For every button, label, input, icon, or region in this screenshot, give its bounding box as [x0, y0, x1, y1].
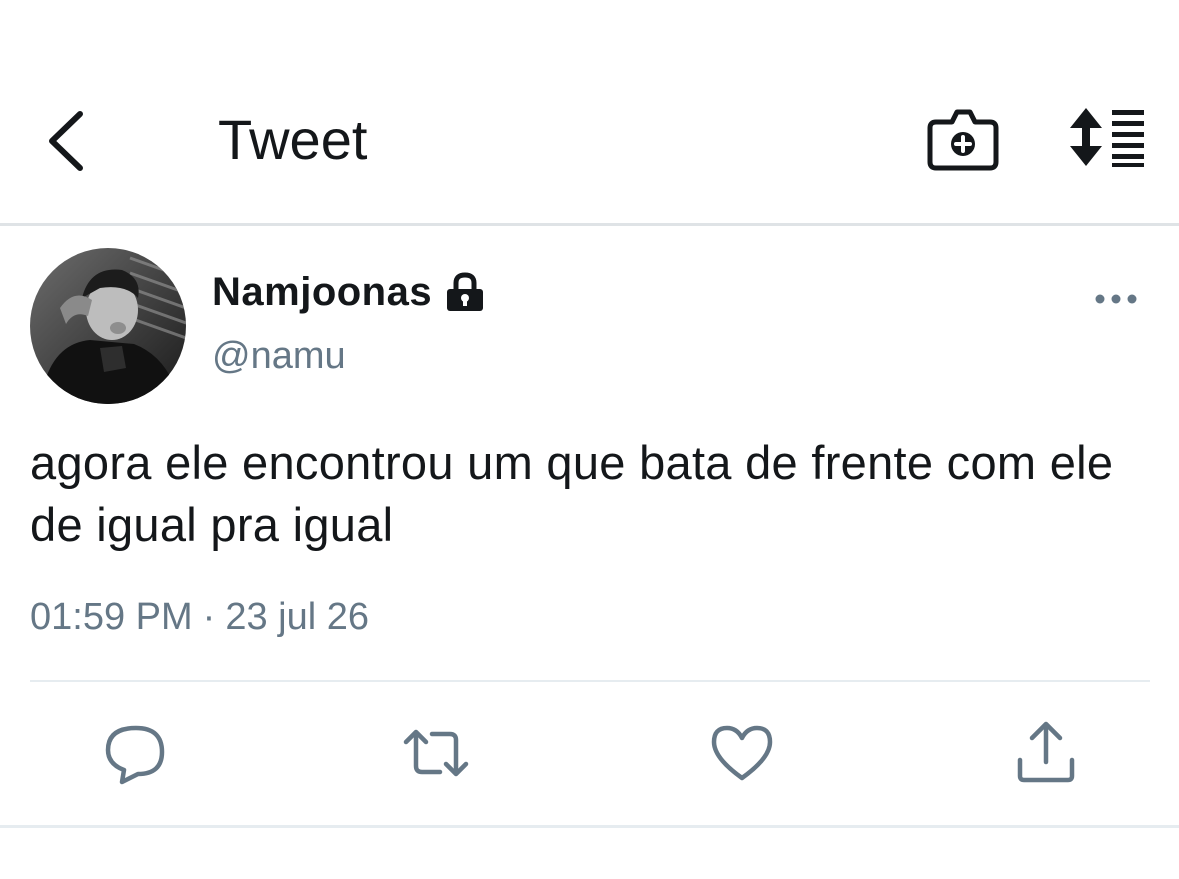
retweet-button[interactable]: [402, 720, 470, 786]
reply-icon: [105, 725, 165, 785]
more-horizontal-icon: [1095, 294, 1137, 304]
user-handle[interactable]: @namu: [212, 335, 346, 378]
timestamp-separator: ·: [202, 596, 216, 638]
camera-plus-icon: [927, 109, 999, 171]
lock-icon: [444, 272, 486, 312]
like-button[interactable]: [708, 720, 776, 786]
avatar-photo: [30, 248, 186, 404]
actions-divider: [30, 680, 1150, 682]
sort-list-icon: [1070, 108, 1144, 167]
display-name[interactable]: Namjoonas: [212, 270, 432, 315]
header-divider: [0, 223, 1179, 226]
tweet-timestamp: 01:59 PM · 23 jul 26: [30, 596, 369, 639]
tweet-date: 23 jul 26: [225, 596, 369, 638]
bottom-divider: [0, 825, 1179, 828]
author-name-row: Namjoonas: [212, 266, 486, 318]
page-title: Tweet: [218, 108, 368, 171]
more-options-button[interactable]: [1092, 284, 1140, 314]
avatar[interactable]: [30, 248, 186, 404]
sort-button[interactable]: [1066, 106, 1148, 168]
share-button[interactable]: [1012, 720, 1080, 786]
tweet-time: 01:59 PM: [30, 596, 193, 638]
retweet-icon: [403, 729, 469, 777]
heart-icon: [711, 725, 773, 781]
tweet-text: agora ele encontrou um que bata de frent…: [30, 436, 1114, 551]
share-icon: [1017, 721, 1075, 783]
tweet-detail-screen: Tweet Namjoonas @namu agora ele encontro…: [0, 0, 1179, 879]
back-button[interactable]: [40, 106, 94, 176]
camera-button[interactable]: [926, 106, 1000, 172]
chevron-left-icon: [49, 111, 83, 171]
navigation-header: Tweet: [0, 0, 1179, 226]
reply-button[interactable]: [102, 720, 170, 786]
